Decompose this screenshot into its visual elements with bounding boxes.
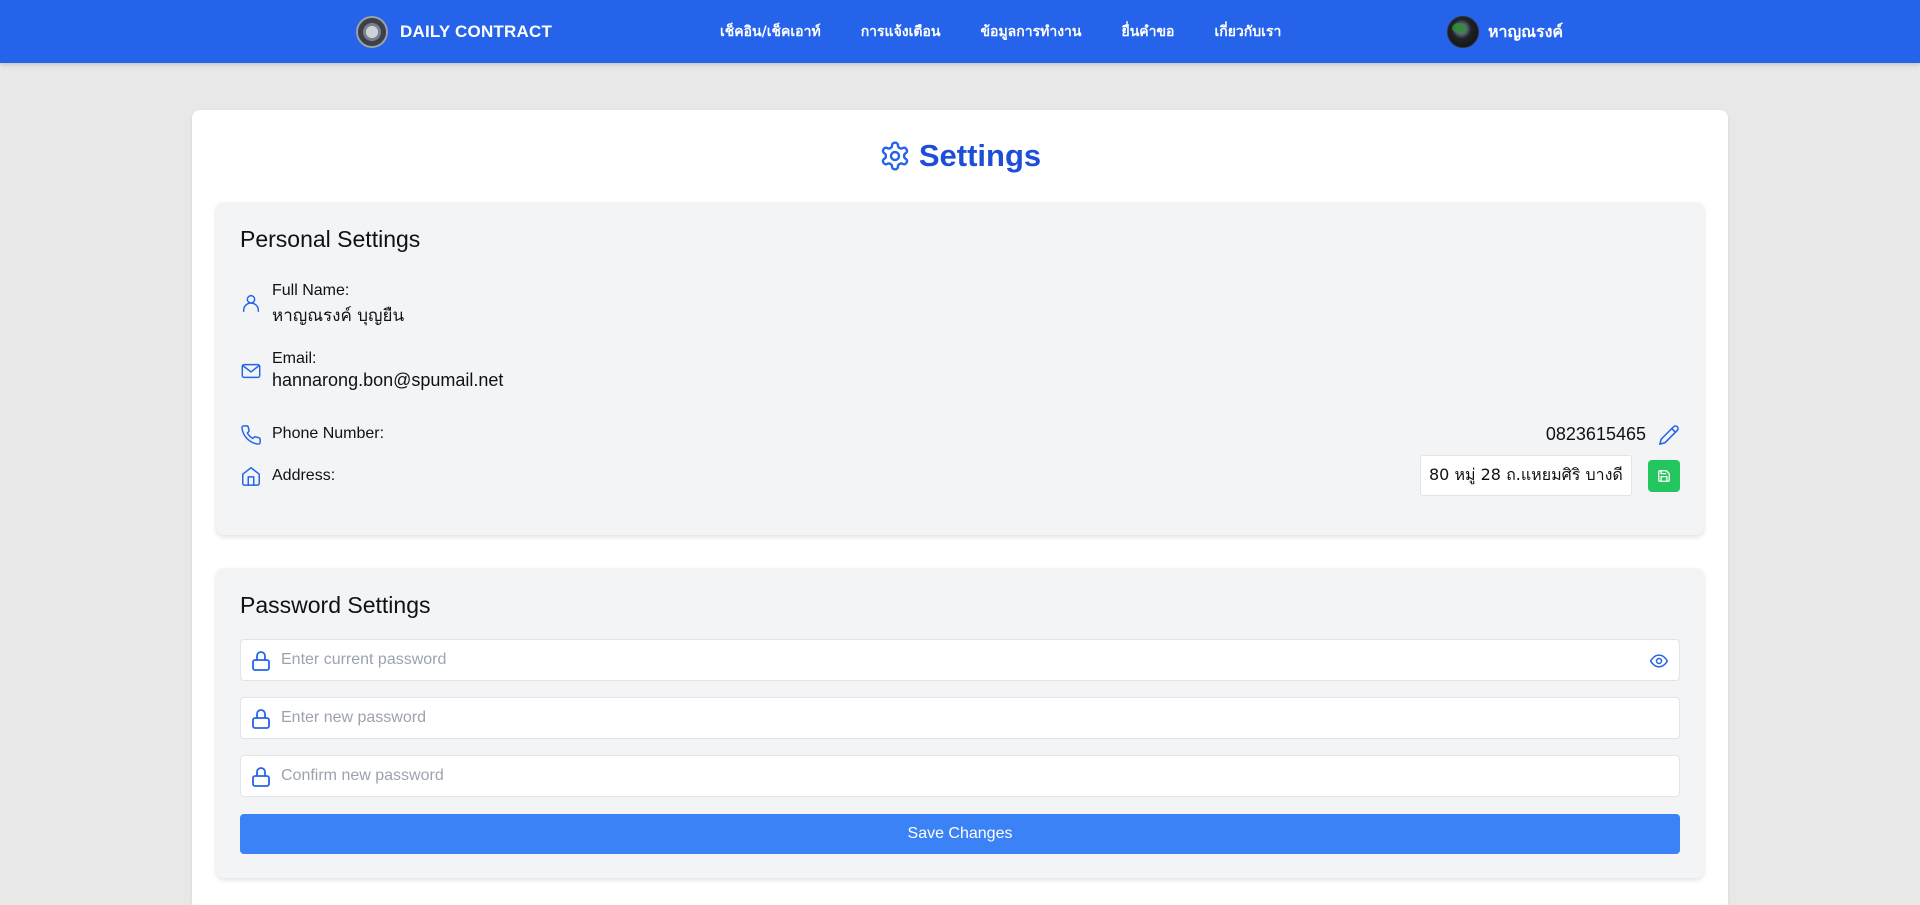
full-name-value: หาญณรงค์ บุญยืน (272, 306, 405, 326)
nav-link-work-info[interactable]: ข้อมูลการทำงาน (980, 21, 1081, 43)
phone-row: Phone Number: 0823615465 (240, 422, 1680, 448)
full-name-row: Full Name: หาญณรงค์ บุญยืน (240, 282, 1680, 326)
save-changes-button[interactable]: Save Changes (240, 814, 1680, 854)
nav-link-about[interactable]: เกี่ยวกับเรา (1214, 21, 1281, 43)
password-settings-section: Password Settings Save Changes (216, 568, 1704, 878)
address-label: Address: (272, 467, 336, 484)
nav-link-checkin[interactable]: เช็คอิน/เช็คเอาท์ (720, 21, 821, 43)
confirm-password-field (240, 755, 1680, 797)
gear-icon (881, 141, 909, 171)
user-name: หาญณรงค์ (1488, 21, 1564, 41)
brand[interactable]: DAILY CONTRACT (356, 15, 552, 49)
phone-label: Phone Number: (272, 425, 385, 442)
personal-settings-section: Personal Settings Full Name: หาญณรงค์ บุ… (216, 202, 1704, 535)
email-value: hannarong.bon@spumail.net (272, 370, 504, 390)
nav-links: เช็คอิน/เช็คเอาท์ การแจ้งเตือน ข้อมูลการ… (720, 0, 1321, 63)
home-icon (242, 467, 260, 486)
top-navbar: DAILY CONTRACT เช็คอิน/เช็คเอาท์ การแจ้ง… (0, 0, 1920, 63)
current-password-field (240, 639, 1680, 681)
lock-icon (252, 651, 270, 671)
brand-name: DAILY CONTRACT (400, 22, 553, 41)
lock-icon (252, 709, 270, 729)
user-menu[interactable]: หาญณรงค์ (1447, 15, 1563, 49)
nav-link-requests[interactable]: ยื่นคำขอ (1121, 21, 1174, 43)
save-icon (1658, 470, 1670, 482)
new-password-input[interactable] (281, 698, 1621, 738)
current-password-input[interactable] (281, 640, 1621, 680)
page-title: Settings (192, 138, 1728, 174)
phone-icon (241, 425, 261, 445)
save-address-button[interactable] (1648, 460, 1680, 492)
avatar (1447, 16, 1479, 48)
lock-icon (252, 767, 270, 787)
settings-card: Settings Personal Settings Full Name: หา… (192, 110, 1728, 905)
nav-link-notifications[interactable]: การแจ้งเตือน (861, 21, 941, 43)
mail-icon (241, 363, 261, 379)
personal-settings-title: Personal Settings (240, 226, 421, 252)
email-label: Email: (272, 350, 317, 367)
email-row: Email: hannarong.bon@spumail.net (240, 350, 1680, 394)
user-icon (242, 294, 260, 312)
page-title-text: Settings (918, 138, 1042, 173)
address-input[interactable] (1420, 455, 1632, 496)
eye-icon[interactable] (1649, 651, 1669, 671)
confirm-password-input[interactable] (281, 756, 1621, 796)
pencil-icon[interactable] (1658, 424, 1680, 446)
new-password-field (240, 697, 1680, 739)
phone-value: 0823615465 (1545, 424, 1646, 444)
brand-logo (356, 16, 388, 48)
full-name-label: Full Name: (272, 282, 350, 299)
password-settings-title: Password Settings (240, 592, 431, 618)
address-row: Address: (240, 454, 1680, 498)
